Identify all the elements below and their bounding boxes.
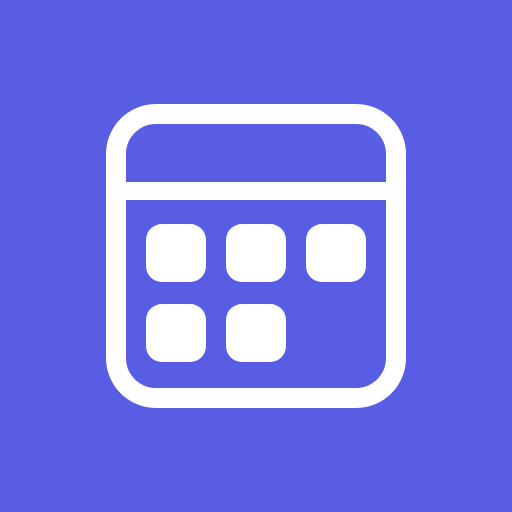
calendar-day-cell	[226, 304, 286, 362]
app-icon-tile	[0, 0, 512, 512]
calendar-icon	[0, 0, 512, 512]
calendar-day-cell	[146, 304, 206, 362]
calendar-day-cell	[306, 224, 366, 282]
calendar-day-cell	[226, 224, 286, 282]
calendar-day-cell	[146, 224, 206, 282]
calendar-header-divider	[116, 182, 396, 200]
